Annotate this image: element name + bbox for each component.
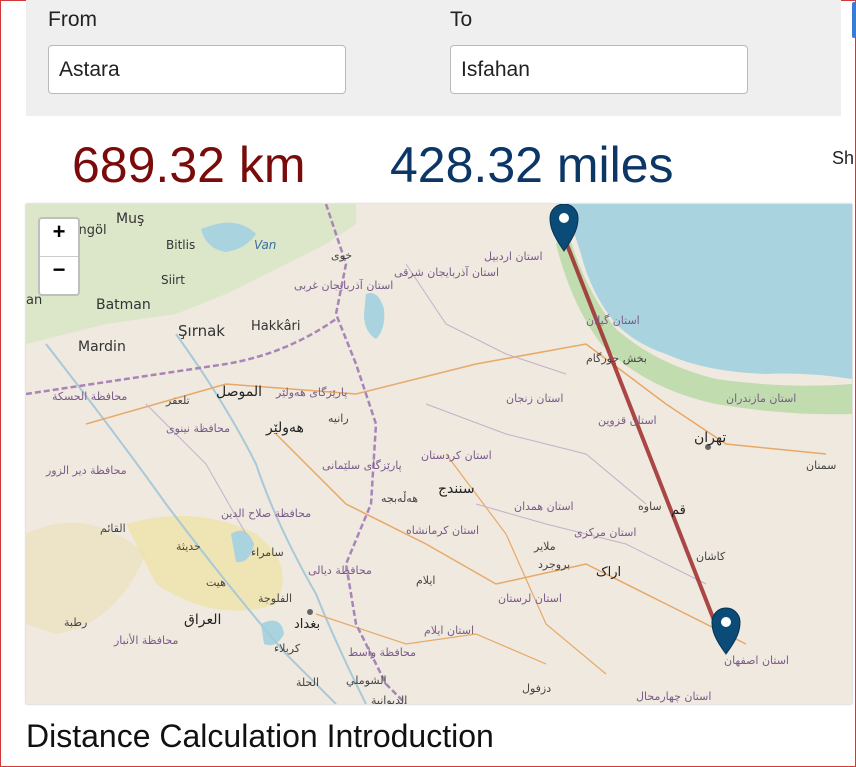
- map-label-mazandaran: استان مازندران: [726, 392, 796, 405]
- zoom-out-button[interactable]: −: [40, 256, 78, 294]
- scrollbar-thumb[interactable]: [852, 2, 856, 38]
- map-label-sirnak: Şırnak: [178, 322, 225, 340]
- map-label-ardabil: استان اردبیل: [484, 250, 543, 263]
- map-label-mus: Muş: [116, 211, 144, 227]
- map-label-tal-afar: تلعفر: [165, 394, 190, 407]
- map-label-azar-east: استان آذربایجان شرقی: [394, 265, 499, 279]
- map-label-hamadan: استان همدان: [514, 500, 574, 513]
- from-input[interactable]: [48, 45, 346, 94]
- map-label-deir: محافظة دير الزور: [45, 464, 127, 477]
- map-label-salah: محافظة صلاح الدين: [221, 507, 311, 520]
- map-label-mosul: الموصل: [216, 384, 262, 400]
- map-label-gilan: استان گیلان: [586, 314, 640, 327]
- map-label-halabja: هەڵەبجە: [381, 491, 418, 505]
- route-form: From To: [26, 0, 841, 116]
- map-label-diyala: محافظة ديالى: [308, 564, 372, 577]
- to-label: To: [450, 8, 473, 31]
- map-label-sanandaj: سنندج: [438, 481, 475, 497]
- map-label-borujerd: بروجرد: [538, 558, 570, 571]
- map-label-tehran: تهران: [694, 430, 726, 446]
- map-label-kurdistan: استان کردستان: [421, 449, 492, 462]
- map-label-bitlis: Bitlis: [166, 238, 195, 252]
- map-label-wasit: محافظة واسط: [348, 646, 416, 659]
- map-label-batman: Batman: [96, 297, 151, 313]
- map-label-qom: قم: [671, 503, 686, 518]
- map-label-qazvin: استان قزوین: [598, 414, 657, 427]
- map-label-siirt: Siirt: [161, 273, 185, 287]
- map-label-markazi: استان مرکزی: [574, 526, 636, 539]
- zoom-control: + −: [38, 217, 80, 296]
- map-label-zanjan: استان زنجان: [506, 392, 563, 405]
- zoom-in-button[interactable]: +: [40, 219, 78, 256]
- map-label-mardin: Mardin: [78, 339, 126, 355]
- map-label-rutba: رطبة: [64, 616, 87, 629]
- map-label-hewler: هەولێر: [265, 420, 304, 436]
- from-label: From: [48, 8, 97, 31]
- map-label-bakhsh: بخش جورگام: [586, 352, 647, 365]
- map-label-azar-west: استان آذربایجان غربی: [294, 278, 393, 292]
- map-label-samarra: سامراء: [251, 546, 284, 559]
- map-label-qaim: القائم: [100, 522, 126, 535]
- map-label-arak: اراک: [596, 565, 621, 580]
- map-label-iraq: العراق: [184, 612, 221, 628]
- map-label-sulaymani: پارێزگای سلێمانی: [322, 459, 402, 472]
- map-label-van: Van: [254, 238, 276, 252]
- map-label-chaharmahal: استان چهارمحال: [636, 690, 711, 703]
- map-label-dezful: دزفول: [522, 682, 551, 695]
- distance-km: 689.32 km: [72, 137, 306, 193]
- map-label-isfahan: استان اصفهان: [724, 654, 789, 667]
- map-label-diwaniyah: الديوانية: [371, 694, 407, 704]
- map-label-hewler-prov: پارێزگای هەولێر: [275, 386, 347, 399]
- map-label-lorestan: استان لرستان: [498, 592, 562, 605]
- map-label-kermanshah: استان کرمانشاه: [406, 524, 479, 537]
- map-label-khoy: خوی: [331, 249, 352, 262]
- map-label-anbar: محافظة الأنبار: [113, 633, 179, 647]
- map-label-hasakah: محافظة الحسكة: [52, 390, 127, 403]
- map-label-malayer: ملایر: [533, 540, 556, 553]
- distance-miles: 428.32 miles: [390, 137, 674, 193]
- map-label-nineveh: محافظة نينوى: [166, 422, 230, 435]
- share-label[interactable]: Sh: [832, 148, 854, 169]
- to-input[interactable]: [450, 45, 748, 94]
- route-map[interactable]: Muş Bingöl Bitlis Van Siirt Batman Şırna…: [26, 204, 852, 704]
- map-label-ilam: استان ایلام: [424, 624, 474, 637]
- map-label-kashan: کاشان: [696, 550, 726, 563]
- map-label-hillah: الحلة: [296, 676, 319, 689]
- map-label-hit: هيت: [206, 576, 226, 589]
- map-label-shumali: الشوملي: [346, 674, 387, 687]
- map-label-semnan: سمنان: [806, 459, 836, 472]
- map-label-fallujah: الفلوجة: [258, 592, 292, 605]
- map-label-haditha: حديثة: [176, 540, 201, 553]
- map-label-saveh: ساوه: [638, 500, 662, 513]
- map-label-rania: رانیە: [328, 412, 349, 425]
- map-label-ilam-city: ایلام: [416, 574, 436, 587]
- section-heading: Distance Calculation Introduction: [26, 718, 494, 754]
- map-label-baghdad: بغداد: [294, 617, 320, 632]
- map-canvas: Muş Bingöl Bitlis Van Siirt Batman Şırna…: [26, 204, 852, 704]
- map-label-karbala: كربلاء: [274, 642, 301, 655]
- map-label-hakkari: Hakkâri: [251, 319, 301, 334]
